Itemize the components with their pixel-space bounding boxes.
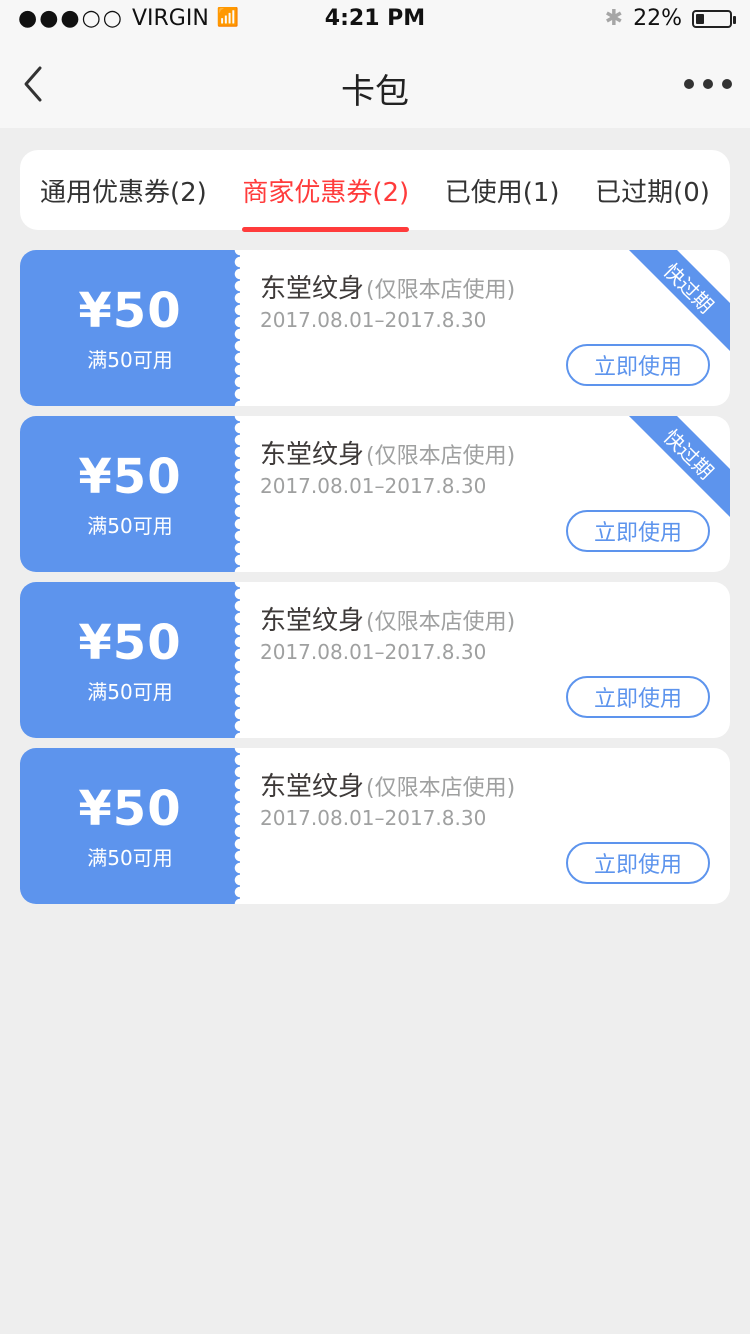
tab-expired[interactable]: 已过期(0) [595, 150, 710, 230]
merchant-note: (仅限本店使用) [366, 444, 516, 469]
coupon-amount-panel: ¥50 满50可用 [20, 748, 248, 904]
coupon-amount: ¥50 [78, 780, 182, 837]
battery-icon [692, 9, 736, 28]
tab-general-coupons[interactable]: 通用优惠券(2) [40, 150, 207, 230]
coupon-condition: 满50可用 [87, 513, 173, 538]
expiring-soon-badge: 快过期 [624, 416, 730, 519]
content-area: 通用优惠券(2) 商家优惠券(2) 已使用(1) 已过期(0) ¥50 满50可… [0, 128, 750, 1334]
tab-label: 已过期(0) [595, 177, 710, 208]
more-icon [684, 79, 694, 89]
merchant-line: 东堂纹身(仅限本店使用) [260, 434, 515, 471]
status-bar: ●●●○○ VIRGIN 📶 4:21 PM ✱ 22% [0, 0, 750, 40]
tab-underline [242, 227, 410, 232]
tab-used[interactable]: 已使用(1) [445, 150, 560, 230]
page-title: 卡包 [341, 72, 409, 112]
coupon-card: ¥50 满50可用 东堂纹身(仅限本店使用) 2017.08.01–2017.8… [20, 582, 730, 738]
validity-dates: 2017.08.01–2017.8.30 [260, 308, 487, 332]
bluetooth-icon: ✱ [604, 6, 624, 31]
coupon-amount-panel: ¥50 满50可用 [20, 582, 248, 738]
validity-dates: 2017.08.01–2017.8.30 [260, 640, 487, 664]
merchant-note: (仅限本店使用) [366, 278, 516, 303]
use-now-button[interactable]: 立即使用 [566, 344, 710, 386]
coupon-card: ¥50 满50可用 东堂纹身(仅限本店使用) 2017.08.01–2017.8… [20, 250, 730, 406]
merchant-name: 东堂纹身 [260, 274, 365, 304]
coupon-condition: 满50可用 [87, 845, 173, 870]
tab-label: 通用优惠券(2) [40, 177, 207, 208]
coupon-amount-panel: ¥50 满50可用 [20, 416, 248, 572]
coupon-details: 东堂纹身(仅限本店使用) 2017.08.01–2017.8.30 立即使用 [258, 582, 730, 738]
battery-fill [696, 13, 704, 24]
navigation-bar: 卡包 [0, 40, 750, 128]
merchant-line: 东堂纹身(仅限本店使用) [260, 600, 515, 637]
merchant-note: (仅限本店使用) [366, 776, 516, 801]
coupon-details: 东堂纹身(仅限本店使用) 2017.08.01–2017.8.30 立即使用 快… [258, 250, 730, 406]
merchant-line: 东堂纹身(仅限本店使用) [260, 268, 515, 305]
tab-merchant-coupons[interactable]: 商家优惠券(2) [242, 150, 410, 232]
merchant-line: 东堂纹身(仅限本店使用) [260, 766, 515, 803]
use-now-button[interactable]: 立即使用 [566, 510, 710, 552]
tab-label: 商家优惠券(2) [242, 177, 410, 208]
more-button[interactable] [684, 72, 732, 96]
coupon-tabs: 通用优惠券(2) 商家优惠券(2) 已使用(1) 已过期(0) [20, 150, 730, 232]
validity-dates: 2017.08.01–2017.8.30 [260, 806, 487, 830]
use-now-button[interactable]: 立即使用 [566, 676, 710, 718]
coupon-card: ¥50 满50可用 东堂纹身(仅限本店使用) 2017.08.01–2017.8… [20, 416, 730, 572]
coupon-amount-panel: ¥50 满50可用 [20, 250, 248, 406]
battery-percent: 22% [633, 6, 682, 31]
more-icon [703, 79, 713, 89]
merchant-note: (仅限本店使用) [366, 610, 516, 635]
coupon-details: 东堂纹身(仅限本店使用) 2017.08.01–2017.8.30 立即使用 [258, 748, 730, 904]
coupon-details: 东堂纹身(仅限本店使用) 2017.08.01–2017.8.30 立即使用 快… [258, 416, 730, 572]
merchant-name: 东堂纹身 [260, 772, 365, 802]
status-right: ✱ 22% [604, 6, 736, 31]
more-icon [722, 79, 732, 89]
back-button[interactable] [18, 64, 52, 104]
coupon-amount: ¥50 [78, 448, 182, 505]
expiring-soon-badge: 快过期 [624, 250, 730, 353]
validity-dates: 2017.08.01–2017.8.30 [260, 474, 487, 498]
coupon-condition: 满50可用 [87, 347, 173, 372]
coupon-condition: 满50可用 [87, 679, 173, 704]
tab-label: 已使用(1) [444, 177, 560, 208]
coupon-card: ¥50 满50可用 东堂纹身(仅限本店使用) 2017.08.01–2017.8… [20, 748, 730, 904]
merchant-name: 东堂纹身 [260, 606, 365, 636]
coupon-amount: ¥50 [78, 282, 182, 339]
coupon-list: ¥50 满50可用 东堂纹身(仅限本店使用) 2017.08.01–2017.8… [20, 250, 730, 914]
back-chevron-icon [24, 66, 42, 102]
coupon-amount: ¥50 [78, 614, 182, 671]
use-now-button[interactable]: 立即使用 [566, 842, 710, 884]
merchant-name: 东堂纹身 [260, 440, 365, 470]
